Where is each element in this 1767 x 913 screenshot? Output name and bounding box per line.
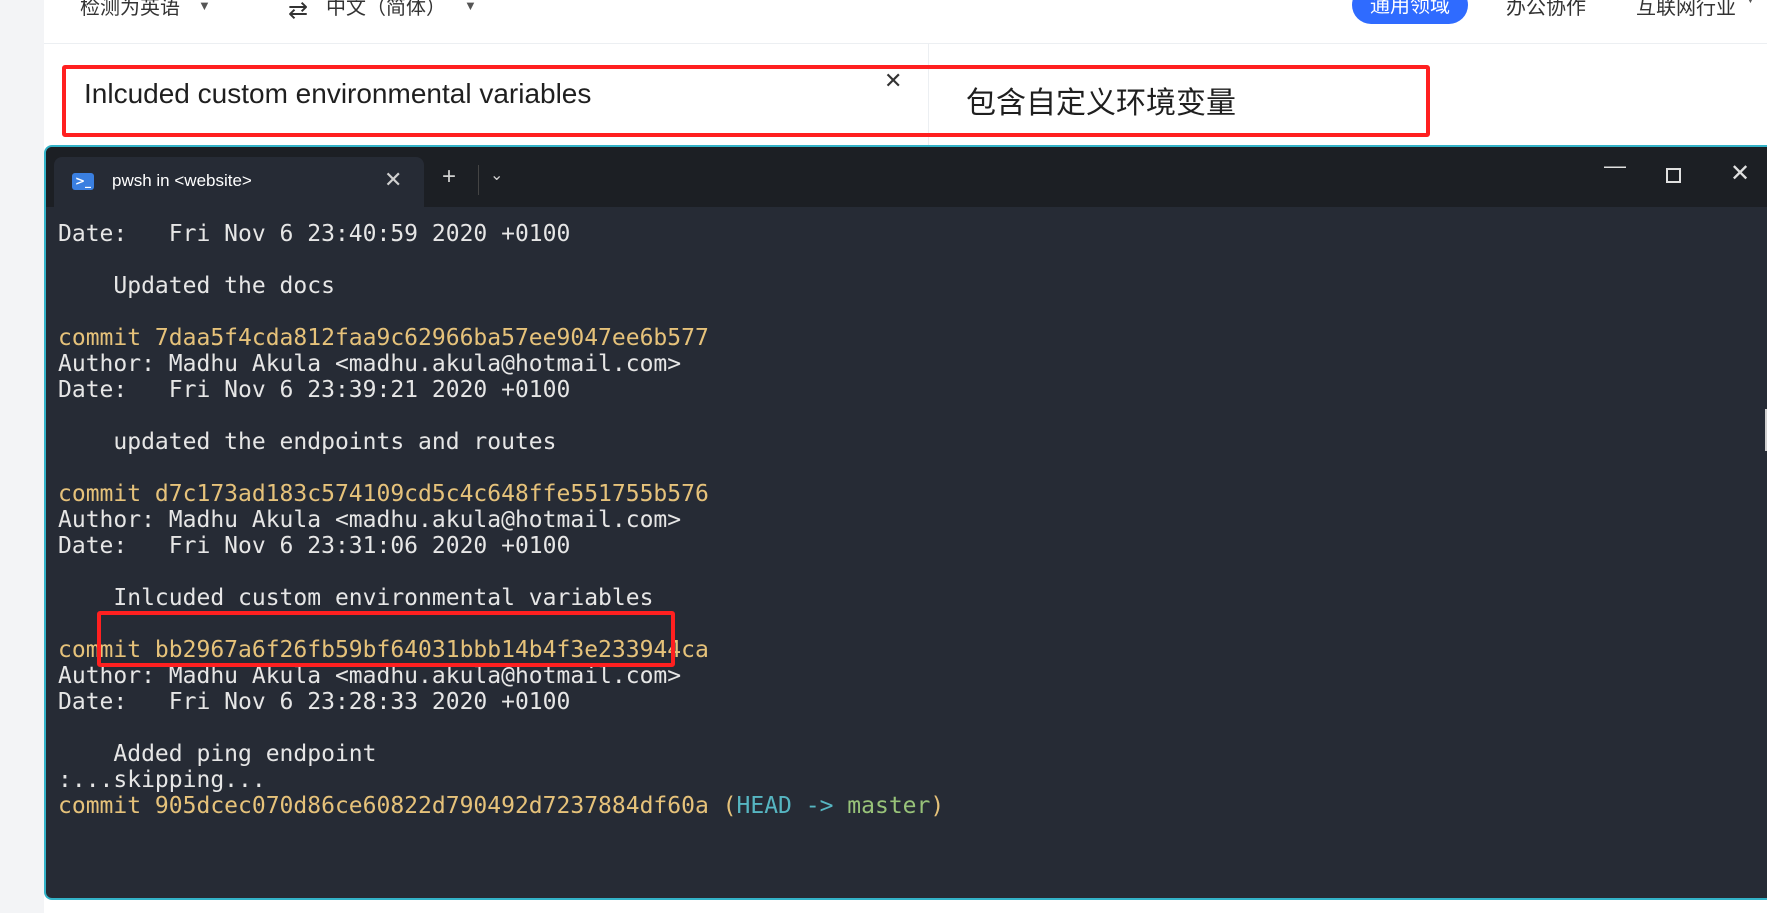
window-close-icon[interactable]: ✕ [1730, 159, 1750, 188]
chevron-down-icon[interactable]: ⌄ [490, 165, 503, 185]
pager-status: :...skipping... [58, 767, 266, 793]
date-line: Date: Fri Nov 6 23:28:33 2020 +0100 [58, 689, 571, 715]
left-gutter [0, 0, 44, 913]
swap-languages-icon[interactable]: ⇄ [288, 0, 308, 25]
translator-toolbar: 检测为英语 ▼ ⇄ 中文（简体） ▼ 通用领域 办公协作 互联网行业 ▼ [44, 0, 1767, 44]
commit-hash: commit 905dcec070d86ce60822d790492d72378… [58, 793, 737, 819]
date-line: Date: Fri Nov 6 23:39:21 2020 +0100 [58, 377, 571, 403]
terminal-line: Updated the docs [58, 273, 335, 299]
head-ref: HEAD -> [736, 793, 848, 819]
chevron-down-icon: ▼ [464, 0, 477, 13]
author-line: Author: Madhu Akula <madhu.akula@hotmail… [58, 507, 682, 533]
target-language-label: 中文（简体） [326, 0, 446, 19]
tab-separator [478, 165, 479, 195]
domain-tab-general[interactable]: 通用领域 [1352, 0, 1468, 24]
chevron-down-icon[interactable]: ▼ [1744, 0, 1757, 6]
highlight-box-translation [62, 65, 1430, 137]
target-language-select[interactable]: 中文（简体） ▼ [326, 0, 477, 20]
maximize-icon[interactable] [1666, 168, 1681, 183]
terminal-line: Date: Fri Nov 6 23:40:59 2020 +0100 [58, 221, 571, 247]
author-line: Author: Madhu Akula <madhu.akula@hotmail… [58, 351, 682, 377]
new-tab-icon[interactable]: + [442, 163, 456, 191]
tab-title: pwsh in <website> [112, 171, 252, 190]
commit-hash-line: commit d7c173ad183c574109cd5c4c648ffe551… [58, 481, 709, 507]
source-language-label: 检测为英语 [80, 0, 180, 19]
highlight-box-commit-message [97, 611, 675, 667]
terminal-titlebar: >_ pwsh in <website> ✕ + ⌄ — ✕ [46, 147, 1767, 207]
commit-suffix: ) [930, 793, 945, 819]
commit-message: Added ping endpoint [58, 741, 377, 767]
terminal-tab[interactable]: >_ pwsh in <website> ✕ [54, 157, 424, 207]
branch-ref: master [847, 793, 931, 819]
date-line: Date: Fri Nov 6 23:31:06 2020 +0100 [58, 533, 571, 559]
terminal-output[interactable]: Date: Fri Nov 6 23:40:59 2020 +0100 Upda… [46, 207, 1767, 898]
commit-hash-line: commit 7daa5f4cda812faa9c62966ba57ee9047… [58, 325, 709, 351]
domain-tab-internet[interactable]: 互联网行业 [1636, 0, 1736, 20]
commit-message: updated the endpoints and routes [58, 429, 557, 455]
domain-tab-office[interactable]: 办公协作 [1506, 0, 1586, 20]
powershell-icon: >_ [72, 173, 94, 190]
commit-message: Inlcuded custom environmental variables [58, 585, 654, 611]
close-icon[interactable]: ✕ [384, 167, 402, 193]
source-language-select[interactable]: 检测为英语 ▼ [80, 0, 211, 20]
minimize-icon[interactable]: — [1604, 153, 1626, 179]
head-commit-line: commit 905dcec070d86ce60822d790492d72378… [58, 792, 944, 821]
terminal-window: >_ pwsh in <website> ✕ + ⌄ — ✕ Date: Fri… [44, 145, 1767, 900]
chevron-down-icon: ▼ [198, 0, 211, 13]
